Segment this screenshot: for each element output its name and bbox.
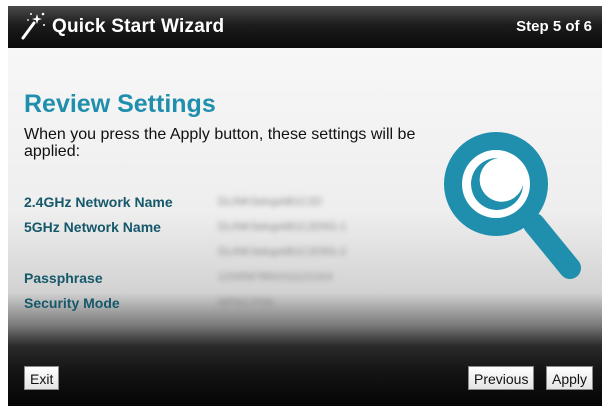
value-24ghz-network-name: DLINKSetupAB1C2D <box>218 196 322 208</box>
magic-wand-icon <box>21 12 45 40</box>
step-indicator: Step 5 of 6 <box>516 18 592 35</box>
wizard-header: Quick Start Wizard Step 5 of 6 <box>8 6 602 48</box>
review-panel: Review Settings When you press the Apply… <box>8 48 602 346</box>
label-5ghz-network-name: 5GHz Network Name <box>24 219 161 235</box>
label-security-mode: Security Mode <box>24 295 120 311</box>
exit-button[interactable]: Exit <box>24 366 60 390</box>
value-security-mode: WPA2-PSK <box>218 297 275 309</box>
value-passphrase: 1234567891011121314 <box>218 271 333 283</box>
apply-button[interactable]: Apply <box>546 366 594 390</box>
value-5ghz-network-name: DLINKSetupAB1C2D5G-1 <box>218 221 347 233</box>
wizard-footer: Exit Previous Apply <box>8 346 602 406</box>
wizard-title: Quick Start Wizard <box>52 16 225 37</box>
previous-button[interactable]: Previous <box>468 366 535 390</box>
magnifying-glass-icon <box>444 132 581 279</box>
wizard-window: Quick Start Wizard Step 5 of 6 Review Se… <box>8 6 602 406</box>
intro-text: When you press the Apply button, these s… <box>24 126 416 160</box>
page-title: Review Settings <box>24 90 216 118</box>
label-24ghz-network-name: 2.4GHz Network Name <box>24 194 173 210</box>
label-passphrase: Passphrase <box>24 270 103 286</box>
value-5ghz-network-name-2: DLINKSetupAB1C2D5G-2 <box>218 246 347 258</box>
